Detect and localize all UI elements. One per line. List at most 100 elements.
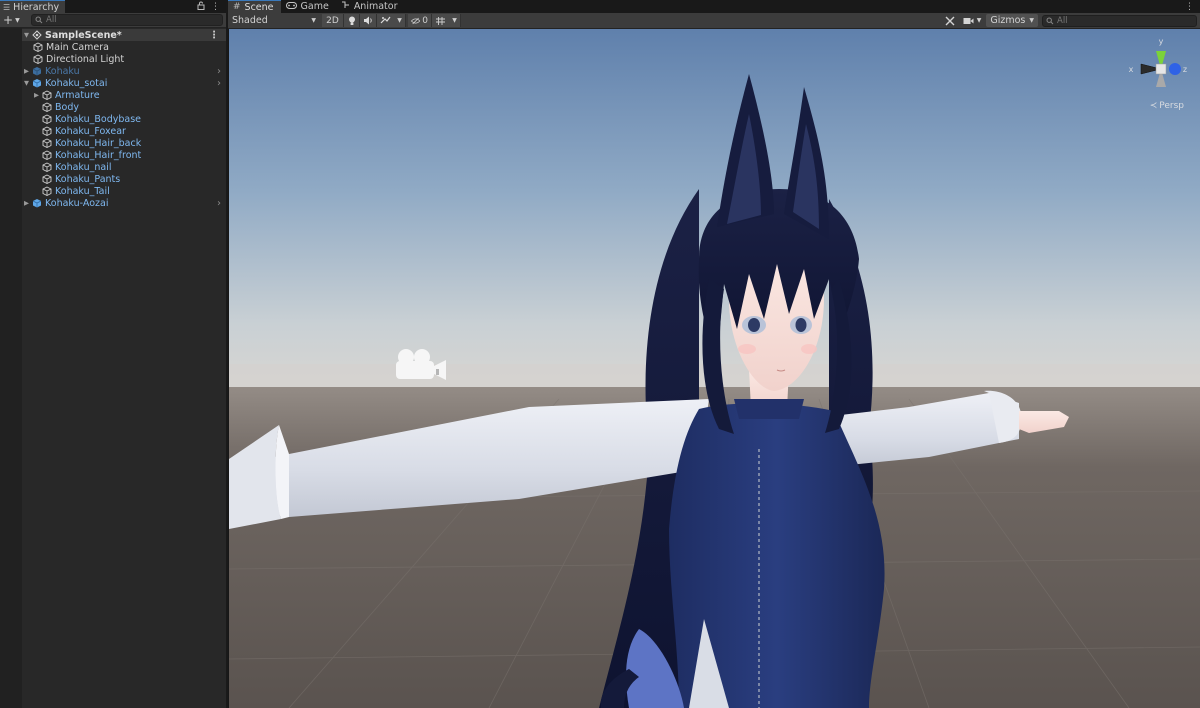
audio-toggle-button[interactable] (360, 14, 377, 27)
tab-animator[interactable]: Animator (336, 0, 405, 13)
light-bulb-icon (348, 16, 355, 25)
hierarchy-tab[interactable]: ☰ Hierarchy (0, 0, 66, 13)
gameobject-icon (41, 126, 52, 137)
hierarchy-item-kohaku-hair-front[interactable]: Kohaku_Hair_front (22, 149, 226, 161)
expand-arrow-icon[interactable]: ▶ (22, 199, 31, 207)
scene-panel: # Scene Game Animator ⋮ Shaded ▼ 2D ▼ 0 … (228, 0, 1200, 708)
lighting-toggle-button[interactable] (344, 14, 360, 27)
tools-button[interactable] (942, 14, 958, 27)
scene-search-input[interactable] (1057, 16, 1177, 26)
camera-settings-button[interactable]: ▼ (960, 14, 985, 27)
tab-label: Game (300, 1, 329, 12)
dropdown-arrow-icon: ▼ (397, 17, 402, 24)
axis-y-label: y (1159, 37, 1164, 46)
scene-tab-bar: # Scene Game Animator ⋮ (228, 0, 1200, 13)
hierarchy-menu-icon[interactable]: ⋮ (211, 2, 220, 12)
item-label: Directional Light (46, 53, 125, 65)
gameobject-icon (32, 42, 43, 53)
toggle-2d-label: 2D (326, 15, 339, 26)
prefab-icon (31, 66, 42, 77)
scene-toolbar: Shaded ▼ 2D ▼ 0 ▼ ▼ Gizmos ▼ All (228, 13, 1200, 29)
hierarchy-item-kohaku-hair-back[interactable]: Kohaku_Hair_back (22, 137, 226, 149)
item-label: Kohaku_Foxear (55, 125, 126, 137)
item-label: Armature (55, 89, 100, 101)
hierarchy-item-armature[interactable]: ▶ Armature (22, 89, 226, 101)
item-label: Kohaku_Hair_back (55, 137, 142, 149)
grid-icon (436, 16, 445, 25)
tab-game[interactable]: Game (281, 0, 336, 13)
scene-search[interactable] (1042, 15, 1197, 27)
gizmos-dropdown[interactable]: Gizmos ▼ (986, 14, 1038, 27)
grid-toggle-button[interactable] (432, 14, 449, 27)
effects-icon (380, 16, 391, 24)
grid-icon: # (233, 2, 241, 12)
fold-arrow-icon[interactable]: ▼ (22, 79, 31, 87)
scene-viewport[interactable]: y x z ≺ Persp (228, 29, 1200, 708)
speaker-icon (364, 16, 372, 25)
gameobject-icon (41, 90, 52, 101)
scene-row[interactable]: ▼ SampleScene* ⋮ (22, 29, 226, 41)
gameobject-icon (41, 150, 52, 161)
hierarchy-panel: ☰ Hierarchy ⋮ +▼ ▼ SampleScene* ⋮ (0, 0, 227, 708)
hierarchy-item-kohaku-bodybase[interactable]: Kohaku_Bodybase (22, 113, 226, 125)
expand-arrow-icon[interactable]: ▶ (32, 91, 41, 99)
projection-toggle[interactable]: ≺ Persp (1150, 101, 1184, 111)
item-label: Main Camera (46, 41, 109, 53)
hierarchy-search-input[interactable] (46, 15, 206, 25)
item-label: Kohaku_sotai (45, 77, 108, 89)
hierarchy-item-kohaku-nail[interactable]: Kohaku_nail (22, 161, 226, 173)
tab-label: Animator (353, 1, 398, 12)
grid-dropdown-button[interactable]: ▼ (449, 14, 461, 27)
animator-icon (341, 1, 350, 12)
unity-scene-icon (31, 30, 42, 41)
create-dropdown-button[interactable]: + ▼ (3, 13, 27, 27)
fold-arrow-icon[interactable]: ▼ (22, 31, 31, 39)
hierarchy-item-main-camera[interactable]: Main Camera (22, 41, 226, 53)
scene-menu-icon[interactable]: ⋮ (1185, 2, 1194, 12)
shading-mode-dropdown[interactable]: Shaded ▼ (228, 14, 320, 27)
hierarchy-item-body[interactable]: Body (22, 101, 226, 113)
item-label: Kohaku-Aozai (45, 197, 109, 209)
chevron-right-icon[interactable]: › (217, 198, 221, 209)
tab-label: Scene (244, 1, 274, 13)
hierarchy-item-kohaku-aozai[interactable]: ▶ Kohaku-Aozai › (22, 197, 226, 209)
hierarchy-search[interactable] (31, 14, 223, 26)
expand-arrow-icon[interactable]: ▶ (22, 67, 31, 75)
hierarchy-item-kohaku[interactable]: ▶ Kohaku › (22, 65, 226, 77)
gameobject-icon (41, 114, 52, 125)
persp-icon: ≺ (1149, 101, 1158, 111)
scene-menu-icon[interactable]: ⋮ (209, 30, 219, 41)
hidden-count: 0 (422, 15, 428, 26)
hierarchy-item-kohaku-pants[interactable]: Kohaku_Pants (22, 173, 226, 185)
hierarchy-item-kohaku-foxear[interactable]: Kohaku_Foxear (22, 125, 226, 137)
projection-label: Persp (1159, 101, 1184, 111)
gameobject-icon (41, 162, 52, 173)
chevron-right-icon[interactable]: › (217, 66, 221, 77)
hierarchy-item-directional-light[interactable]: Directional Light (22, 53, 226, 65)
hidden-objects-toggle-button[interactable]: 0 (408, 14, 432, 27)
toggle-2d-button[interactable]: 2D (322, 14, 344, 27)
effects-toggle-button[interactable] (377, 14, 394, 27)
hierarchy-tab-bar: ☰ Hierarchy ⋮ (0, 0, 226, 13)
chevron-right-icon[interactable]: › (217, 78, 221, 89)
gizmos-label: Gizmos (990, 15, 1026, 26)
axis-x-label: x (1129, 65, 1134, 74)
gameobject-icon (41, 138, 52, 149)
tab-scene[interactable]: # Scene (228, 0, 281, 13)
hierarchy-item-kohaku-tail[interactable]: Kohaku_Tail (22, 185, 226, 197)
hierarchy-item-kohaku-sotai[interactable]: ▼ Kohaku_sotai › (22, 77, 226, 89)
item-label: Kohaku_Pants (55, 173, 121, 185)
hierarchy-tree: ▼ SampleScene* ⋮ Main Camera Directional… (0, 28, 226, 708)
search-icon (1046, 17, 1054, 25)
item-label: Kohaku_Tail (55, 185, 110, 197)
shading-mode-label: Shaded (232, 15, 268, 26)
scene-render: y x z (229, 29, 1200, 708)
tools-icon (945, 16, 955, 25)
dropdown-arrow-icon: ▼ (452, 17, 457, 24)
video-camera-icon (963, 17, 974, 24)
lock-icon[interactable] (197, 1, 205, 13)
gameobject-icon (32, 54, 43, 65)
list-icon: ☰ (3, 2, 11, 12)
effects-dropdown-button[interactable]: ▼ (394, 14, 406, 27)
prefab-icon (31, 78, 42, 89)
